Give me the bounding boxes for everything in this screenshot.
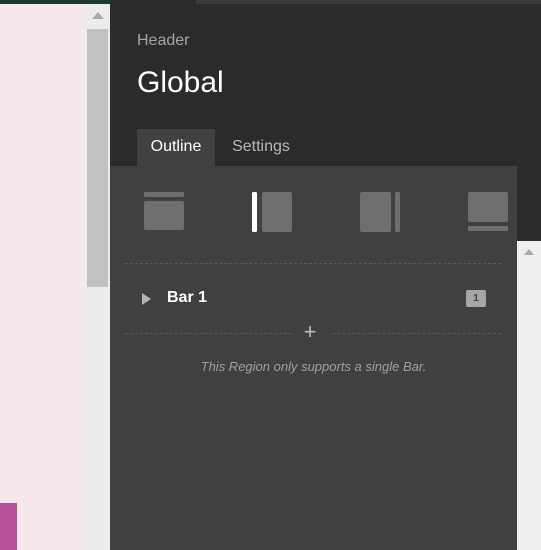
layout-left-icon[interactable] bbox=[252, 190, 296, 234]
panel-subtitle: Header bbox=[137, 32, 190, 49]
editor-panel: Header Global Outline Settings Bar 1 1 +… bbox=[110, 0, 541, 550]
add-bar-button[interactable]: + bbox=[300, 321, 320, 343]
layout-bottom-icon[interactable] bbox=[468, 190, 512, 234]
tab-settings[interactable]: Settings bbox=[223, 129, 299, 166]
layout-right-icon[interactable] bbox=[360, 190, 404, 234]
divider bbox=[125, 263, 501, 264]
page-preview bbox=[0, 0, 86, 550]
panel-title: Global bbox=[137, 66, 224, 99]
scroll-up-arrow-icon[interactable] bbox=[524, 249, 534, 255]
tab-outline[interactable]: Outline bbox=[137, 129, 215, 166]
divider-left bbox=[125, 333, 292, 334]
layout-top-icon[interactable] bbox=[144, 190, 188, 234]
panel-top-bar bbox=[196, 0, 541, 4]
scrollbar-thumb[interactable] bbox=[87, 29, 108, 287]
divider-right bbox=[332, 333, 501, 334]
bar-count-badge: 1 bbox=[466, 290, 486, 307]
bar-list-item[interactable]: Bar 1 1 bbox=[110, 286, 517, 314]
bar-label: Bar 1 bbox=[167, 289, 208, 306]
preview-accent-block bbox=[0, 503, 17, 550]
scroll-up-arrow-icon[interactable] bbox=[92, 12, 104, 19]
preview-scrollbar[interactable] bbox=[86, 4, 110, 550]
region-note: This Region only supports a single Bar. bbox=[200, 359, 427, 374]
panel-scrollbar[interactable] bbox=[517, 241, 541, 550]
outline-content: Bar 1 1 + This Region only supports a si… bbox=[110, 166, 541, 550]
expand-caret-icon[interactable] bbox=[142, 293, 151, 305]
